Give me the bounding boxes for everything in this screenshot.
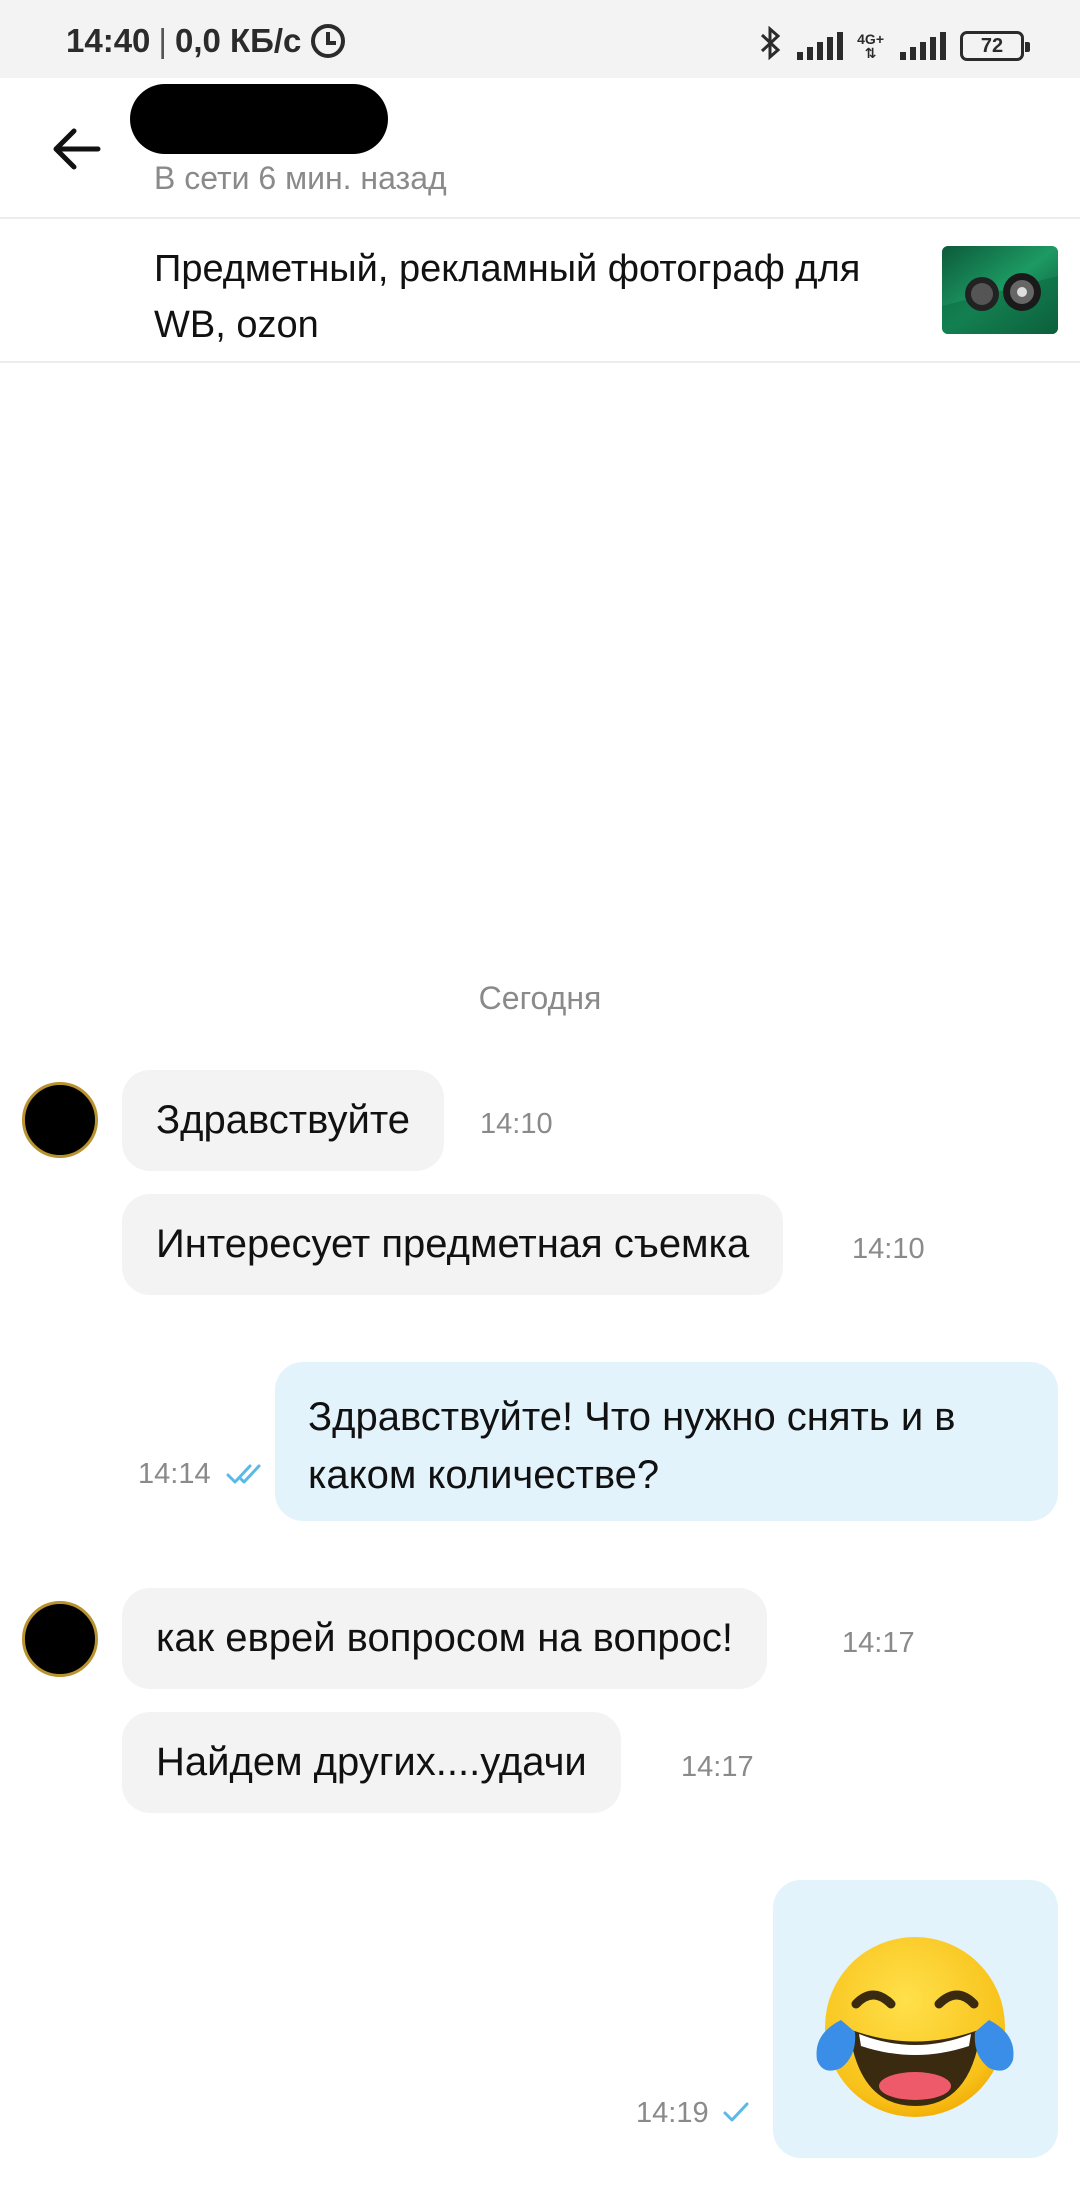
listing-card[interactable]: Предметный, рекламный фотограф для WB, o… xyxy=(0,219,1080,363)
message-text: Здравствуйте xyxy=(156,1098,410,1142)
status-left: 14:40 | 0,0 КБ/с xyxy=(66,22,346,60)
chat-header: В сети 6 мин. назад xyxy=(0,78,1080,219)
message-text-line-1: Здравствуйте! Что нужно снять и в xyxy=(308,1395,956,1439)
contact-name-redacted[interactable] xyxy=(130,84,388,154)
status-bar: 14:40 | 0,0 КБ/с 4G+ ⇅ 72 xyxy=(0,0,1080,78)
message-text: Здравствуйте! Что нужно снять и в каком … xyxy=(308,1388,956,1504)
status-speed: 0,0 КБ/с xyxy=(174,22,302,59)
message-text: как еврей вопросом на вопрос! xyxy=(156,1616,733,1660)
message-bubble-incoming[interactable]: Здравствуйте xyxy=(122,1070,444,1171)
network-label: 4G+ xyxy=(857,31,884,47)
message-bubble-outgoing-emoji[interactable] xyxy=(773,1880,1058,2158)
alarm-icon xyxy=(311,24,346,58)
message-bubble-incoming[interactable]: Найдем других....удачи xyxy=(122,1712,621,1813)
message-time: 14:10 xyxy=(852,1233,925,1265)
message-text-line-2: каком количестве? xyxy=(308,1453,660,1497)
network-type: 4G+ ⇅ xyxy=(857,31,884,61)
listing-title: Предметный, рекламный фотограф для WB, o… xyxy=(154,248,861,346)
message-time: 14:19 xyxy=(636,2097,709,2129)
online-status: В сети 6 мин. назад xyxy=(154,160,447,196)
bluetooth-icon xyxy=(759,25,783,66)
message-text: Найдем других....удачи xyxy=(156,1740,587,1784)
double-check-icon xyxy=(226,1462,266,1491)
avatar[interactable] xyxy=(22,1082,98,1158)
laughing-crying-emoji-icon xyxy=(816,1937,1014,2117)
date-separator: Сегодня xyxy=(478,980,602,1016)
status-time: 14:40 xyxy=(66,22,151,59)
message-bubble-incoming[interactable]: Интересует предметная съемка xyxy=(122,1194,784,1295)
signal-icon xyxy=(797,32,844,60)
single-check-icon xyxy=(722,2100,750,2129)
message-time: 14:14 xyxy=(138,1458,211,1490)
status-separator: | xyxy=(158,22,167,59)
message-text: Интересует предметная съемка xyxy=(156,1222,750,1266)
avatar[interactable] xyxy=(22,1601,98,1677)
status-right: 4G+ ⇅ 72 xyxy=(759,25,1030,66)
signal-icon-2 xyxy=(900,32,946,60)
message-time: 14:17 xyxy=(842,1627,915,1659)
message-time: 14:17 xyxy=(681,1751,754,1783)
arrow-left-icon[interactable] xyxy=(50,126,102,172)
message-bubble-outgoing[interactable]: Здравствуйте! Что нужно снять и в каком … xyxy=(275,1362,1058,1521)
message-bubble-incoming[interactable]: как еврей вопросом на вопрос! xyxy=(122,1588,767,1689)
listing-thumbnail[interactable] xyxy=(942,246,1058,334)
message-time: 14:10 xyxy=(480,1108,553,1140)
battery-level: 72 xyxy=(980,34,1004,57)
battery-icon: 72 xyxy=(960,31,1030,61)
